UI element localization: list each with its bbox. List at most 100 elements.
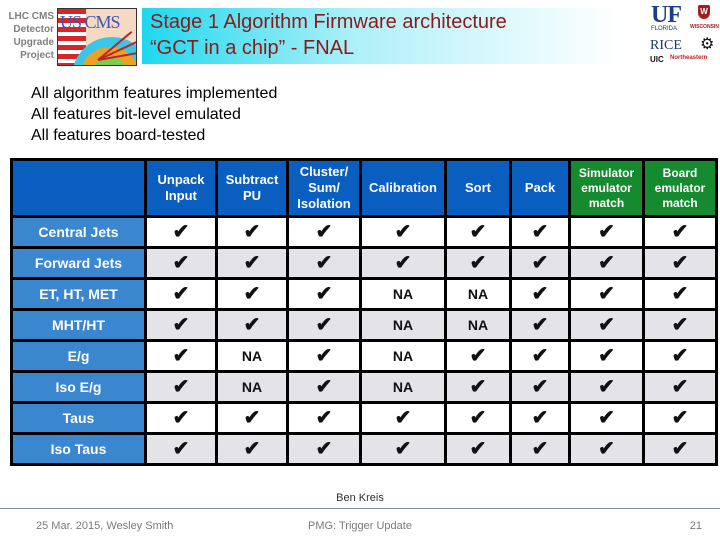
column-header: Calibration [359, 158, 447, 218]
checkmark-icon: ✔ [671, 221, 689, 243]
checkmark-icon: ✔ [315, 407, 333, 429]
status-cell-done: ✔ [215, 401, 289, 435]
wisconsin-logo-text: WISCONSIN [690, 24, 719, 30]
status-cell-done: ✔ [444, 370, 512, 404]
status-cell-done: ✔ [286, 246, 362, 280]
status-cell-na: NA [444, 308, 512, 342]
na-label: NA [392, 286, 414, 302]
checkmark-icon: ✔ [469, 407, 487, 429]
checkmark-icon: ✔ [469, 252, 487, 274]
row-label: Forward Jets [10, 246, 147, 280]
status-cell-done: ✔ [286, 308, 362, 342]
checkmark-icon: ✔ [172, 283, 190, 305]
status-cell-na: NA [215, 339, 289, 373]
checkmark-icon: ✔ [531, 252, 549, 274]
status-cell-na: NA [359, 277, 447, 311]
status-cell-done: ✔ [509, 432, 571, 466]
status-cell-na: NA [359, 339, 447, 373]
status-cell-done: ✔ [144, 339, 218, 373]
na-label: NA [392, 379, 414, 395]
checkmark-icon: ✔ [315, 221, 333, 243]
checkmark-icon: ✔ [531, 283, 549, 305]
table-row: Iso Taus ✔ ✔ ✔ ✔ ✔ ✔ ✔ ✔ [10, 432, 718, 466]
checkmark-icon: ✔ [315, 283, 333, 305]
status-cell-done: ✔ [509, 277, 571, 311]
feature-status-table: Unpack Input Subtract PU Cluster/ Sum/ I… [10, 158, 718, 466]
status-cell-done: ✔ [568, 246, 645, 280]
row-label: Iso Taus [10, 432, 147, 466]
na-label: NA [241, 379, 263, 395]
status-cell-done: ✔ [444, 401, 512, 435]
checkmark-icon: ✔ [598, 221, 615, 243]
status-cell-done: ✔ [642, 277, 718, 311]
status-cell-done: ✔ [144, 432, 218, 466]
checkmark-icon: ✔ [531, 376, 549, 398]
column-header: Cluster/ Sum/ Isolation [286, 158, 362, 218]
checkmark-icon: ✔ [243, 407, 261, 429]
status-cell-done: ✔ [359, 215, 447, 249]
column-header: Unpack Input [144, 158, 218, 218]
table-row: Central Jets ✔ ✔ ✔ ✔ ✔ ✔ ✔ ✔ [10, 215, 718, 249]
checkmark-icon: ✔ [172, 376, 190, 398]
checkmark-icon: ✔ [671, 345, 689, 367]
uf-logo: UF [651, 2, 682, 28]
org-line: LHC CMS [8, 11, 54, 22]
status-cell-done: ✔ [215, 432, 289, 466]
footer-divider [0, 508, 720, 509]
status-cell-na: NA [215, 370, 289, 404]
credit-text: Ben Kreis [336, 492, 384, 504]
status-cell-done: ✔ [215, 308, 289, 342]
checkmark-icon: ✔ [243, 314, 261, 336]
column-header: Board emulator match [642, 158, 718, 218]
slide-subtitle: “GCT in a chip” - FNAL [150, 37, 355, 59]
gear-icon: ⚙ [700, 36, 715, 53]
status-cell-done: ✔ [568, 370, 645, 404]
rice-logo: RICE [650, 38, 682, 53]
checkmark-icon: ✔ [469, 438, 487, 460]
checkmark-icon: ✔ [315, 376, 333, 398]
partner-logos: UF FLORIDA W WISCONSIN RICE ⚙ UIC Northe… [646, 2, 719, 66]
checkmark-icon: ✔ [243, 438, 261, 460]
status-cell-done: ✔ [444, 339, 512, 373]
checkmark-icon: ✔ [394, 221, 412, 243]
checkmark-icon: ✔ [394, 407, 412, 429]
status-cell-done: ✔ [444, 432, 512, 466]
checkmark-icon: ✔ [243, 221, 261, 243]
status-cell-done: ✔ [144, 308, 218, 342]
checkmark-icon: ✔ [394, 438, 412, 460]
slide-title: Stage 1 Algorithm Firmware architecture [150, 11, 507, 33]
checkmark-icon: ✔ [315, 252, 333, 274]
status-cell-done: ✔ [568, 401, 645, 435]
status-cell-done: ✔ [642, 215, 718, 249]
status-cell-done: ✔ [215, 215, 289, 249]
org-line: Project [20, 50, 54, 61]
checkmark-icon: ✔ [671, 252, 689, 274]
column-header: Subtract PU [215, 158, 289, 218]
uf-logo-subtitle: FLORIDA [651, 26, 678, 32]
checkmark-icon: ✔ [671, 283, 689, 305]
checkmark-icon: ✔ [671, 438, 689, 460]
checkmark-icon: ✔ [598, 407, 615, 429]
checkmark-icon: ✔ [598, 283, 615, 305]
column-header: Sort [444, 158, 512, 218]
na-label: NA [241, 348, 263, 364]
status-cell-done: ✔ [568, 277, 645, 311]
status-cell-done: ✔ [509, 401, 571, 435]
status-cell-done: ✔ [642, 370, 718, 404]
status-cell-done: ✔ [215, 277, 289, 311]
na-label: NA [467, 286, 489, 302]
checkmark-icon: ✔ [671, 407, 689, 429]
checkmark-icon: ✔ [394, 252, 412, 274]
status-cell-done: ✔ [144, 401, 218, 435]
checkmark-icon: ✔ [598, 314, 615, 336]
checkmark-icon: ✔ [598, 376, 615, 398]
status-cell-done: ✔ [359, 432, 447, 466]
status-cell-done: ✔ [359, 246, 447, 280]
checkmark-icon: ✔ [598, 345, 615, 367]
status-cell-done: ✔ [509, 246, 571, 280]
us-cms-logo: US CMS [57, 8, 137, 66]
status-cell-done: ✔ [642, 401, 718, 435]
bullet-item: All features board-tested [31, 127, 206, 144]
checkmark-icon: ✔ [531, 438, 549, 460]
checkmark-icon: ✔ [598, 252, 615, 274]
